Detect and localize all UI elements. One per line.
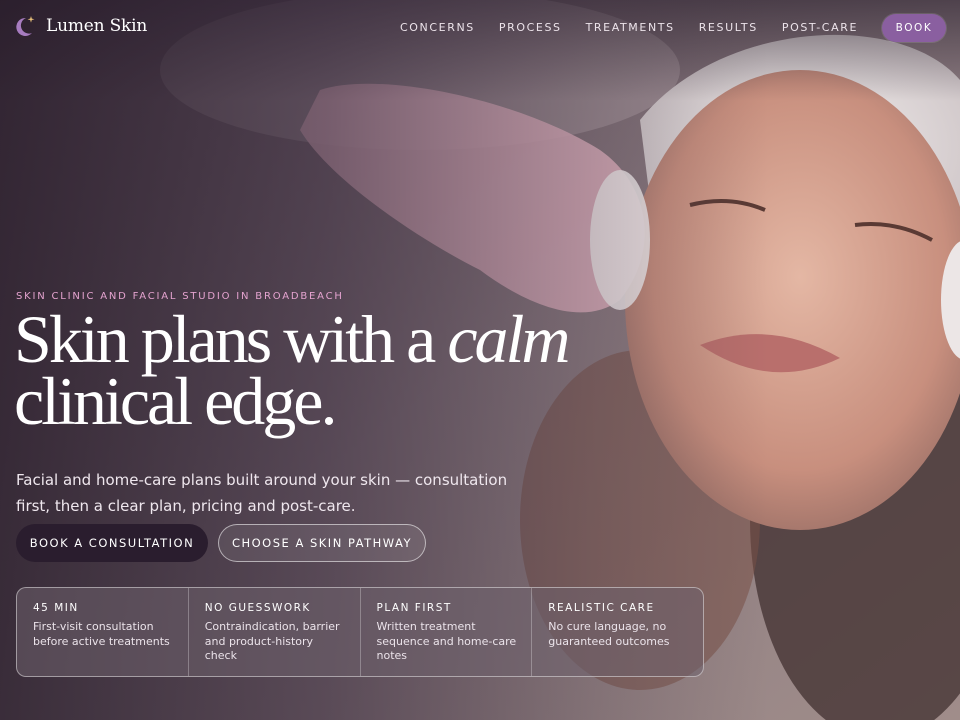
site-header: Lumen Skin CONCERNS PROCESS TREATMENTS R… — [0, 0, 960, 56]
fact-text: No cure language, no guaranteed outcomes — [548, 620, 670, 648]
fact-title: NO GUESSWORK — [204, 602, 311, 614]
fact-no-guesswork: NO GUESSWORK Contraindication, barrier a… — [187, 588, 360, 676]
brand-logo[interactable]: Lumen Skin — [14, 14, 147, 38]
main-nav: CONCERNS PROCESS TREATMENTS RESULTS POST… — [376, 21, 858, 34]
hero-cta-row: BOOK A CONSULTATION CHOOSE A SKIN PATHWA… — [16, 524, 426, 562]
crescent-moon-sparkle-icon — [16, 16, 35, 36]
nav-link-post-care[interactable]: POST-CARE — [782, 21, 858, 34]
choose-skin-pathway-button[interactable]: CHOOSE A SKIN PATHWAY — [218, 524, 426, 562]
headline-italic-word: calm — [447, 301, 570, 377]
nav-link-results[interactable]: RESULTS — [699, 21, 758, 34]
book-consultation-button[interactable]: BOOK A CONSULTATION — [16, 524, 208, 562]
fact-text: Written treatment sequence and home-care… — [376, 620, 517, 662]
headline-line-2: clinical edge. — [14, 363, 337, 439]
fact-text: Contraindication, barrier and product-hi… — [204, 620, 340, 662]
fact-plan-first: PLAN FIRST Written treatment sequence an… — [359, 588, 532, 676]
nav-link-concerns[interactable]: CONCERNS — [400, 21, 475, 34]
fact-realistic-care: REALISTIC CARE No cure language, no guar… — [531, 588, 703, 676]
facts-strip: 45 MIN First-visit consultation before a… — [16, 587, 704, 677]
fact-text: First-visit consultation before active t… — [33, 620, 170, 648]
fact-consultation: 45 MIN First-visit consultation before a… — [17, 588, 188, 676]
book-button[interactable]: BOOK — [882, 14, 946, 42]
nav-link-treatments[interactable]: TREATMENTS — [586, 21, 675, 34]
fact-title: PLAN FIRST — [376, 602, 452, 614]
brand-name: Lumen Skin — [46, 16, 148, 36]
nav-link-process[interactable]: PROCESS — [499, 21, 562, 34]
fact-title: REALISTIC CARE — [548, 602, 655, 614]
hero-subtitle: Facial and home-care plans built around … — [16, 471, 508, 515]
fact-title: 45 MIN — [33, 602, 79, 614]
hero-headline: Skin plans with a calm clinical edge. — [14, 305, 571, 435]
